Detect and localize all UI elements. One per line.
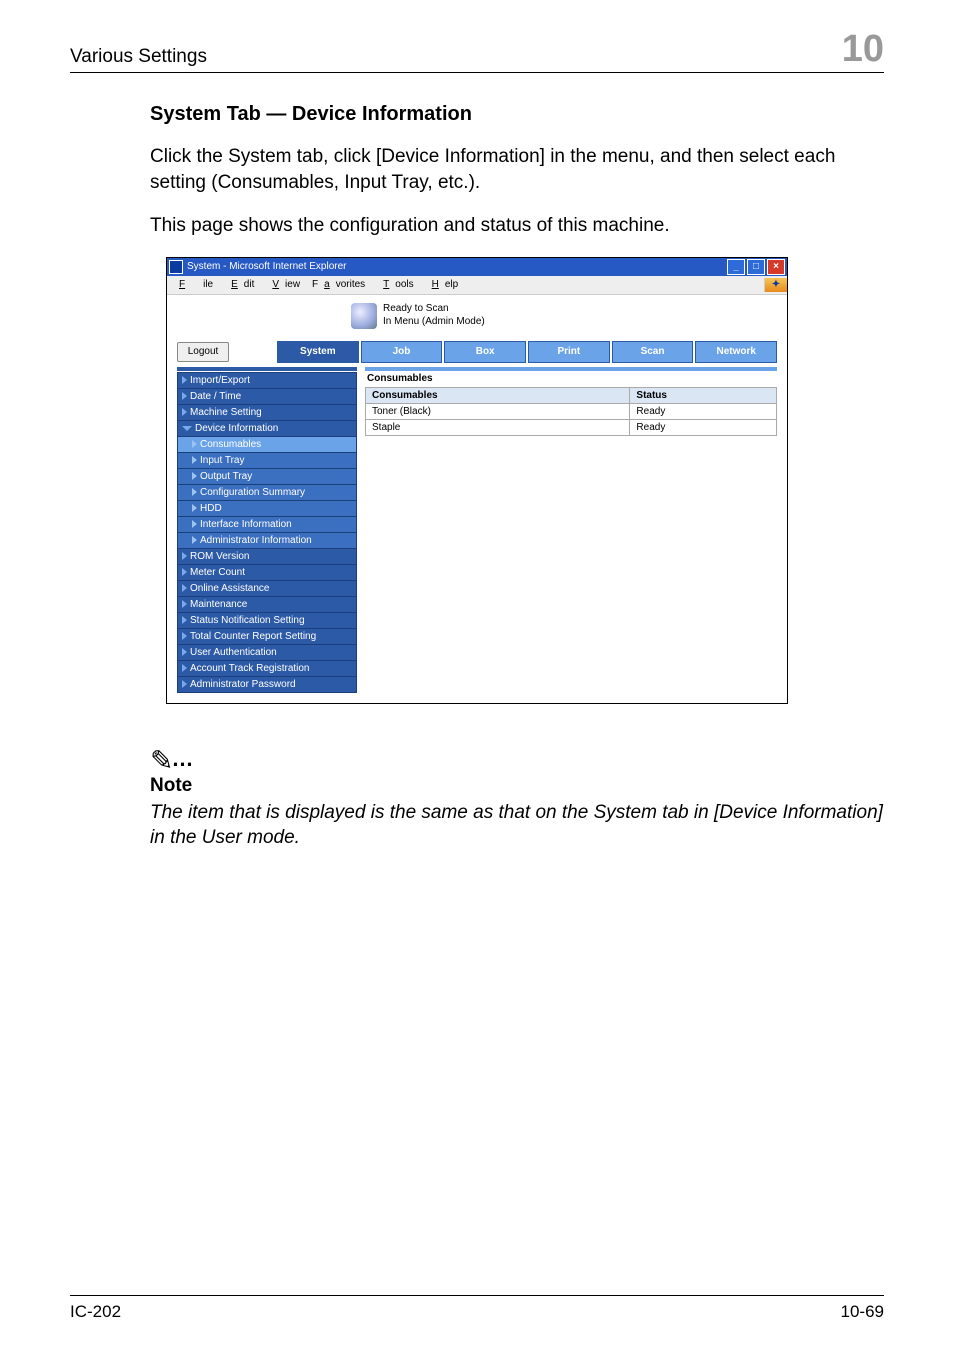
sidebar-item-user-auth[interactable]: User Authentication — [177, 644, 357, 661]
sidebar-item-date-time[interactable]: Date / Time — [177, 388, 357, 405]
consumables-table: Consumables Status Toner (Black) Ready S… — [365, 387, 777, 436]
browser-menubar: File Edit View Favorites Tools Help ✦ — [167, 276, 787, 295]
ie-icon — [169, 260, 183, 274]
paragraph-1: Click the System tab, click [Device Info… — [150, 144, 884, 195]
note-icon: ✎ — [150, 744, 173, 777]
table-row: Toner (Black) Ready — [366, 403, 777, 419]
sidebar-sub-input-tray[interactable]: Input Tray — [177, 452, 357, 469]
menu-view[interactable]: View — [260, 279, 306, 290]
tab-network[interactable]: Network — [695, 341, 777, 363]
content-pane: Consumables Consumables Status Toner (Bl… — [365, 367, 777, 693]
table-head-consumables: Consumables — [366, 387, 630, 403]
footer-model: IC-202 — [70, 1302, 121, 1322]
sidebar-item-online-assistance[interactable]: Online Assistance — [177, 580, 357, 597]
breadcrumb: Various Settings — [70, 46, 207, 68]
sidebar-item-meter-count[interactable]: Meter Count — [177, 564, 357, 581]
tab-system[interactable]: System — [277, 341, 359, 363]
window-titlebar: System - Microsoft Internet Explorer _ □… — [167, 258, 787, 276]
table-row: Staple Ready — [366, 419, 777, 435]
sidebar-item-counter-report[interactable]: Total Counter Report Setting — [177, 628, 357, 645]
sidebar-sub-interface-info[interactable]: Interface Information — [177, 516, 357, 533]
table-head-status: Status — [630, 387, 777, 403]
menu-favorites[interactable]: Favorites — [306, 279, 371, 290]
note-ellipsis-icon: … — [171, 746, 195, 771]
ie-logo-icon: ✦ — [764, 278, 787, 292]
menu-help[interactable]: Help — [420, 279, 465, 290]
sidebar-item-admin-password[interactable]: Administrator Password — [177, 676, 357, 693]
content-heading: Consumables — [367, 373, 777, 384]
window-minimize-button[interactable]: _ — [727, 259, 745, 275]
paragraph-2: This page shows the configuration and st… — [150, 213, 884, 239]
sidebar-sub-admin-info[interactable]: Administrator Information — [177, 532, 357, 549]
sidebar-sub-hdd[interactable]: HDD — [177, 500, 357, 517]
chapter-number: 10 — [842, 30, 884, 68]
sidebar-sub-output-tray[interactable]: Output Tray — [177, 468, 357, 485]
device-status-text: Ready to Scan In Menu (Admin Mode) — [383, 303, 485, 328]
sidebar-item-device-information[interactable]: Device Information — [177, 420, 357, 437]
tab-scan[interactable]: Scan — [612, 341, 694, 363]
tab-job[interactable]: Job — [361, 341, 443, 363]
sidebar-item-maintenance[interactable]: Maintenance — [177, 596, 357, 613]
window-title: System - Microsoft Internet Explorer — [187, 261, 725, 272]
note-label: Note — [150, 775, 884, 797]
logout-button[interactable]: Logout — [177, 342, 229, 362]
footer-page-number: 10-69 — [841, 1302, 884, 1322]
tab-box[interactable]: Box — [444, 341, 526, 363]
note-text: The item that is displayed is the same a… — [150, 801, 884, 850]
window-close-button[interactable]: × — [767, 259, 785, 275]
sidebar-sub-config-summary[interactable]: Configuration Summary — [177, 484, 357, 501]
sidebar-item-account-track[interactable]: Account Track Registration — [177, 660, 357, 677]
device-status-icon — [351, 303, 377, 329]
sidebar: Import/Export Date / Time Machine Settin… — [177, 367, 357, 693]
sidebar-item-machine-setting[interactable]: Machine Setting — [177, 404, 357, 421]
window-maximize-button[interactable]: □ — [747, 259, 765, 275]
section-title: System Tab — Device Information — [150, 103, 884, 126]
menu-tools[interactable]: Tools — [371, 279, 419, 290]
sidebar-sub-consumables[interactable]: Consumables — [177, 436, 357, 453]
sidebar-item-rom-version[interactable]: ROM Version — [177, 548, 357, 565]
sidebar-item-status-notification[interactable]: Status Notification Setting — [177, 612, 357, 629]
tab-print[interactable]: Print — [528, 341, 610, 363]
sidebar-item-import-export[interactable]: Import/Export — [177, 372, 357, 389]
menu-file[interactable]: File — [167, 279, 219, 290]
menu-edit[interactable]: Edit — [219, 279, 260, 290]
screenshot: System - Microsoft Internet Explorer _ □… — [166, 257, 788, 704]
